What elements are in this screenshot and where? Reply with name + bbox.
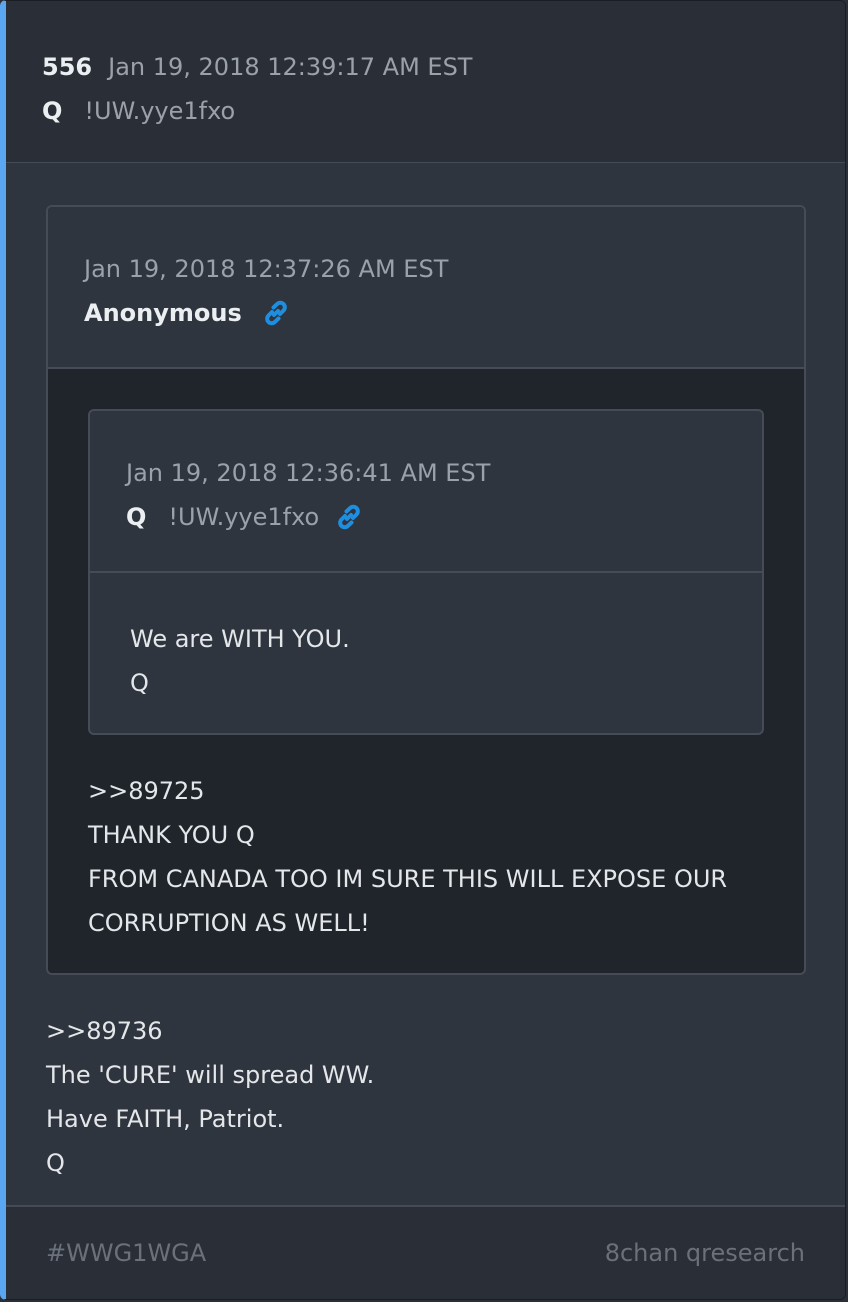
post-meta-line: 556 Jan 19, 2018 12:39:17 AM EST <box>42 47 845 87</box>
post-date: Jan 19, 2018 12:39:17 AM EST <box>108 53 473 81</box>
post-text: >>89736 The 'CURE' will spread WW. Have … <box>46 1009 805 1185</box>
quoted-post-text: >>89725 THANK YOU Q FROM CANADA TOO IM S… <box>88 769 764 945</box>
post-number[interactable]: 556 <box>42 47 92 87</box>
text-line: THANK YOU Q <box>88 821 255 849</box>
text-line: Q <box>130 669 149 697</box>
nested-quote-header: Jan 19, 2018 12:36:41 AM EST Q !UW.yye1f… <box>90 411 762 573</box>
quoted-post-author-line: Anonymous <box>84 293 804 333</box>
quoted-post-header: Jan 19, 2018 12:37:26 AM EST Anonymous <box>48 207 804 369</box>
post-body: Jan 19, 2018 12:37:26 AM EST Anonymous J… <box>6 163 845 1177</box>
reply-link[interactable]: >>89725 <box>88 769 764 813</box>
reply-link[interactable]: >>89736 <box>46 1009 805 1053</box>
nested-quote-author: Q <box>126 503 147 531</box>
quoted-post-date: Jan 19, 2018 12:37:26 AM EST <box>84 255 449 283</box>
quoted-post-content: Jan 19, 2018 12:36:41 AM EST Q !UW.yye1f… <box>48 369 804 973</box>
text-line: CORRUPTION AS WELL! <box>88 909 370 937</box>
quoted-post-meta-line: Jan 19, 2018 12:37:26 AM EST <box>84 249 804 289</box>
nested-quote-tripcode: !UW.yye1fxo <box>168 503 320 531</box>
post-author-line: Q !UW.yye1fxo <box>42 91 845 131</box>
source-link[interactable]: 8chan qresearch <box>605 1239 805 1267</box>
nested-quote-author-line: Q !UW.yye1fxo <box>126 497 762 537</box>
post-author: Q <box>42 97 63 125</box>
hashtag-link[interactable]: #WWG1WGA <box>46 1239 206 1267</box>
post-card: 556 Jan 19, 2018 12:39:17 AM EST Q !UW.y… <box>0 0 846 1300</box>
post-tripcode: !UW.yye1fxo <box>84 97 236 125</box>
nested-quote-text: We are WITH YOU. Q <box>90 573 762 733</box>
quoted-post-author: Anonymous <box>84 299 242 327</box>
post-footer: #WWG1WGA 8chan qresearch <box>6 1205 845 1299</box>
text-line: The 'CURE' will spread WW. <box>46 1061 375 1089</box>
text-line: Have FAITH, Patriot. <box>46 1105 285 1133</box>
nested-quote-date: Jan 19, 2018 12:36:41 AM EST <box>126 459 491 487</box>
text-line: We are WITH YOU. <box>130 625 350 653</box>
quoted-post-q: Jan 19, 2018 12:36:41 AM EST Q !UW.yye1f… <box>88 409 764 735</box>
text-line: FROM CANADA TOO IM SURE THIS WILL EXPOSE… <box>88 865 728 893</box>
post-header: 556 Jan 19, 2018 12:39:17 AM EST Q !UW.y… <box>6 1 845 163</box>
link-icon[interactable] <box>262 299 290 327</box>
quoted-post-anonymous: Jan 19, 2018 12:37:26 AM EST Anonymous J… <box>46 205 806 975</box>
link-icon[interactable] <box>335 503 363 531</box>
nested-quote-meta-line: Jan 19, 2018 12:36:41 AM EST <box>126 453 762 493</box>
text-line: Q <box>46 1149 65 1177</box>
